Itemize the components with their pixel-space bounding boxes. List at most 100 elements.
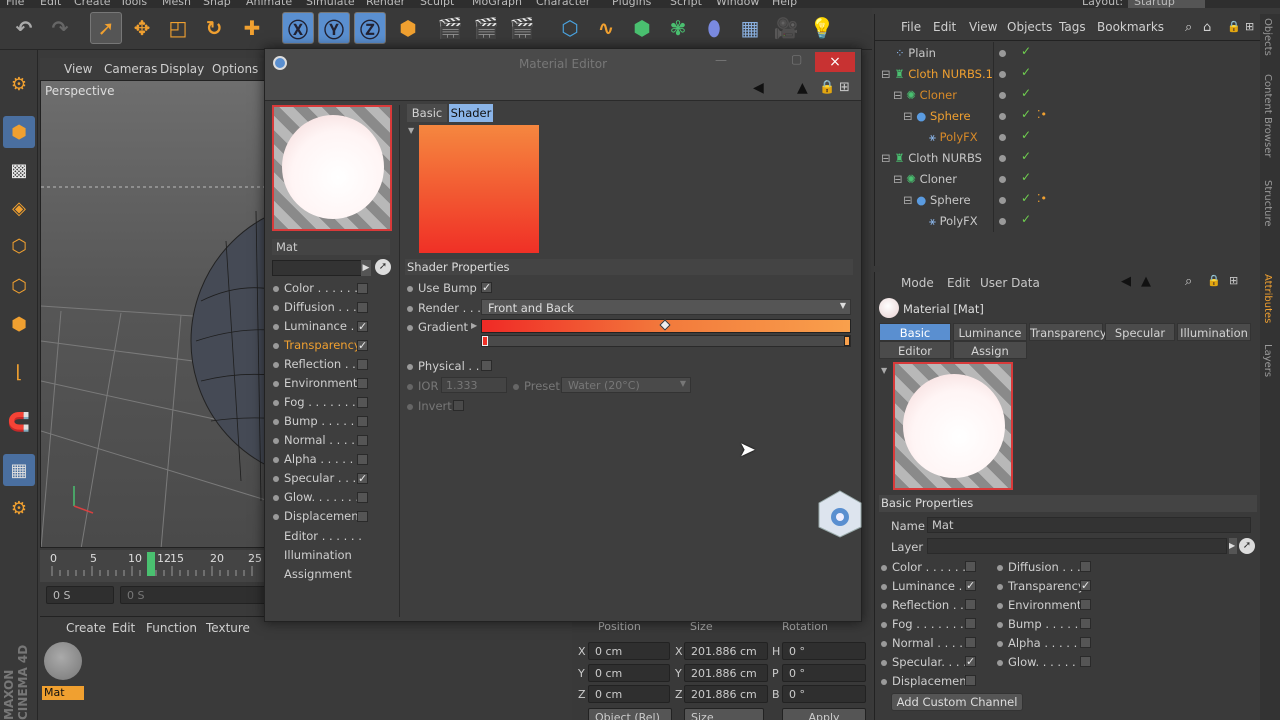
tree-expand-icon[interactable]: ⊟ xyxy=(881,67,894,81)
visibility-dot[interactable] xyxy=(999,134,1006,141)
side-tab-objects[interactable]: Objects xyxy=(1262,18,1273,56)
navigation-gizmo-icon[interactable] xyxy=(817,489,863,539)
search-icon[interactable]: ⌕ xyxy=(1185,20,1192,35)
up-arrow-icon[interactable]: ▲ xyxy=(1141,274,1151,289)
menu-file[interactable]: File xyxy=(6,0,24,8)
attr-transparency-checkbox[interactable]: ✓ xyxy=(1080,580,1091,591)
om-menu-bookmarks[interactable]: Bookmarks xyxy=(1097,20,1164,34)
channel-luminance-checkbox[interactable]: ✓ xyxy=(357,321,368,332)
scale-icon[interactable]: ◰ xyxy=(162,12,194,44)
tag-icon[interactable]: ⁚• xyxy=(1037,192,1047,205)
attr-tab-editor[interactable]: Editor xyxy=(879,341,951,359)
polygons-mode-icon[interactable]: ⬢ xyxy=(3,308,35,340)
lock-panel-icon[interactable]: 🔒 xyxy=(1207,274,1221,287)
visibility-dot[interactable] xyxy=(999,218,1006,225)
attr-glow-checkbox[interactable] xyxy=(1080,656,1091,667)
model-mode-icon[interactable]: ⬢ xyxy=(3,116,35,148)
tree-expand-icon[interactable]: ⊟ xyxy=(881,151,894,165)
close-button[interactable]: × xyxy=(815,52,855,72)
coordinate-system-icon[interactable]: ⬢ xyxy=(392,12,424,44)
points-mode-icon[interactable]: ⬡ xyxy=(3,230,35,262)
menu-help[interactable]: Help xyxy=(772,0,797,8)
menu-tools[interactable]: Tools xyxy=(120,0,147,8)
channel-color-checkbox[interactable] xyxy=(357,283,368,294)
attr-specular-checkbox[interactable]: ✓ xyxy=(965,656,976,667)
mm-menu-texture[interactable]: Texture xyxy=(206,621,250,635)
coord-mode-dropdown[interactable]: Object (Rel) xyxy=(588,708,672,720)
object-polyfx-2[interactable]: ⚹ PolyFX xyxy=(929,214,978,229)
attr-reflection-checkbox[interactable] xyxy=(965,599,976,610)
material-name-field[interactable]: Mat xyxy=(272,239,390,255)
mm-menu-function[interactable]: Function xyxy=(146,621,197,635)
name-field[interactable]: Mat xyxy=(927,517,1251,533)
menu-render[interactable]: Render xyxy=(366,0,405,8)
channel-editor[interactable]: Editor . . . . . . xyxy=(284,529,394,545)
size-mode-dropdown[interactable]: Size xyxy=(684,708,764,720)
enabled-check-icon[interactable]: ✓ xyxy=(1021,212,1031,226)
new-panel-icon[interactable]: ⊞ xyxy=(1245,20,1254,33)
vp-menu-cameras[interactable]: Cameras xyxy=(104,62,157,76)
om-menu-view[interactable]: View xyxy=(969,20,997,34)
nurbs-icon[interactable]: ⬢ xyxy=(626,12,658,44)
collapse-arrow-icon[interactable]: ▼ xyxy=(881,366,887,375)
om-menu-file[interactable]: File xyxy=(901,20,921,34)
visibility-dot[interactable] xyxy=(999,155,1006,162)
channel-environment-checkbox[interactable] xyxy=(357,378,368,389)
enabled-check-icon[interactable]: ✓ xyxy=(1021,128,1031,142)
tree-expand-icon[interactable]: ⊟ xyxy=(893,172,906,186)
material-editor-titlebar[interactable]: Material Editor — ▢ × xyxy=(265,49,861,79)
enabled-check-icon[interactable]: ✓ xyxy=(1021,149,1031,163)
attr-normal-checkbox[interactable] xyxy=(965,637,976,648)
am-menu-edit[interactable]: Edit xyxy=(947,276,970,290)
object-cloner-2[interactable]: ⊟ ✺ Cloner xyxy=(893,172,957,186)
attr-fog-checkbox[interactable] xyxy=(965,618,976,629)
side-tab-attributes[interactable]: Attributes xyxy=(1262,274,1273,323)
invert-checkbox[interactable] xyxy=(453,400,464,411)
side-tab-structure[interactable]: Structure xyxy=(1262,180,1273,227)
lock-icon[interactable]: ⚙ xyxy=(3,492,35,524)
rot-b-field[interactable]: 0 ° xyxy=(782,685,866,703)
menu-simulate[interactable]: Simulate xyxy=(306,0,355,8)
om-menu-tags[interactable]: Tags xyxy=(1059,20,1086,34)
mm-menu-edit[interactable]: Edit xyxy=(112,621,135,635)
menu-script[interactable]: Script xyxy=(670,0,702,8)
size-z-field[interactable]: 201.886 cm xyxy=(684,685,768,703)
back-arrow-icon[interactable]: ◀ xyxy=(1121,274,1131,289)
camera-icon[interactable]: 🎥 xyxy=(770,12,802,44)
attr-tab-specular[interactable]: Specular xyxy=(1105,323,1175,341)
use-bump-checkbox[interactable]: ✓ xyxy=(481,282,492,293)
pos-y-field[interactable]: 0 cm xyxy=(588,664,670,682)
vp-menu-view[interactable]: View xyxy=(64,62,92,76)
object-sphere-2[interactable]: ⊟ ● Sphere xyxy=(903,193,971,207)
tree-expand-icon[interactable]: ⊟ xyxy=(903,109,916,123)
attr-material-preview[interactable] xyxy=(893,362,1013,490)
layout-dropdown[interactable]: Startup xyxy=(1128,0,1205,8)
size-x-field[interactable]: 201.886 cm xyxy=(684,642,768,660)
lock-panel-icon[interactable]: 🔒 xyxy=(1227,20,1241,33)
gradient-knot-end[interactable] xyxy=(844,336,850,346)
minimize-icon[interactable]: — xyxy=(715,53,727,67)
mm-menu-create[interactable]: Create xyxy=(66,621,106,635)
attr-color-checkbox[interactable] xyxy=(965,561,976,572)
render-settings-icon[interactable]: 🎬 xyxy=(506,12,538,44)
tab-shader[interactable]: Shader xyxy=(449,104,493,122)
am-menu-user-data[interactable]: User Data xyxy=(980,276,1040,290)
new-panel-icon[interactable]: ⊞ xyxy=(839,80,850,95)
channel-assignment[interactable]: Assignment xyxy=(284,567,394,583)
side-tab-content-browser[interactable]: Content Browser xyxy=(1262,74,1273,157)
cube-icon[interactable]: ⬡ xyxy=(554,12,586,44)
menu-animate[interactable]: Animate xyxy=(246,0,292,8)
menu-mograph[interactable]: MoGraph xyxy=(472,0,522,8)
channel-illumination[interactable]: Illumination xyxy=(284,548,394,564)
visibility-dot[interactable] xyxy=(999,197,1006,204)
attr-tab-assign[interactable]: Assign xyxy=(953,341,1027,359)
attr-alpha-checkbox[interactable] xyxy=(1080,637,1091,648)
up-arrow-icon[interactable]: ▲ xyxy=(797,80,808,96)
tree-expand-icon[interactable]: ⊟ xyxy=(893,88,906,102)
enabled-check-icon[interactable]: ✓ xyxy=(1021,65,1031,79)
attr-displacement-checkbox[interactable] xyxy=(965,675,976,686)
light-icon[interactable]: 💡 xyxy=(806,12,838,44)
menu-mesh[interactable]: Mesh xyxy=(162,0,191,8)
menu-character[interactable]: Character xyxy=(536,0,590,8)
snap-grid-icon[interactable]: ▦ xyxy=(3,454,35,486)
